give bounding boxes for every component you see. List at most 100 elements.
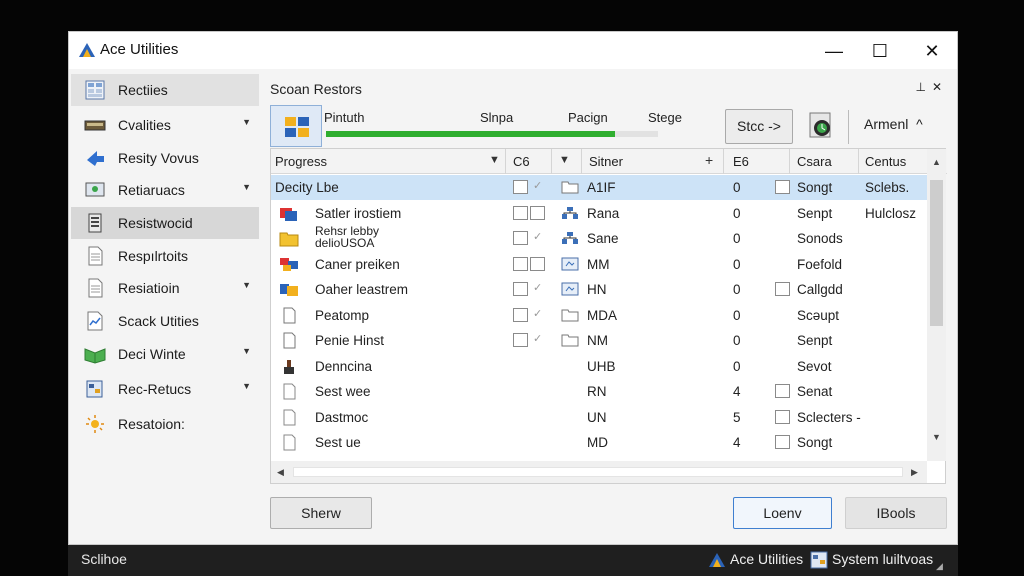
table-row[interactable]: Decity Lbe ✓ A1IF 0 Songt Sclebs. [271, 175, 927, 200]
add-column-icon[interactable]: + [705, 152, 713, 168]
horizontal-scroll-thumb[interactable] [293, 467, 903, 477]
row-count: 4 [733, 435, 741, 450]
row-count: 0 [733, 333, 741, 348]
row-type-icon [279, 409, 299, 426]
row-checkbox[interactable] [775, 180, 790, 194]
row-checkbox[interactable] [775, 435, 790, 449]
vertical-scroll-thumb[interactable] [930, 180, 943, 326]
table-row[interactable]: Oaher leastrem ✓ HN 0 Callgdd [271, 277, 927, 302]
table-row[interactable]: Rehsr lebby delioUSOA ✓ Sane 0 Sonods [271, 224, 927, 251]
horizontal-scrollbar[interactable]: ◀ ▶ [271, 461, 927, 483]
row-name: Rehsr lebby delioUSOA [315, 224, 380, 250]
sidebar-item-resity-vovus[interactable]: Resity Vovus [71, 142, 259, 174]
row-code: Rana [587, 205, 620, 221]
table-row[interactable]: Caner preiken MM 0 Foefold [271, 252, 927, 277]
sidebar-item-resiatioin[interactable]: Resiatioin ▼ [71, 272, 259, 304]
row-code: UN [587, 409, 607, 425]
chevron-down-icon[interactable]: ▼ [242, 280, 251, 290]
app-logo-icon[interactable] [708, 551, 726, 569]
sidebar-item-retiaruacs[interactable]: Retiaruacs ▼ [71, 174, 259, 206]
tools-button[interactable]: IBools [845, 497, 947, 529]
row-checkbox[interactable] [513, 180, 528, 194]
row-name: Peatomp [315, 307, 370, 323]
scroll-right-icon[interactable]: ▶ [911, 467, 918, 478]
row-checkbox[interactable] [513, 231, 528, 245]
row-type-icon [279, 307, 299, 324]
scan-progress-fill [326, 131, 615, 137]
column-header-c6[interactable]: C6 [513, 154, 530, 169]
chevron-down-icon[interactable]: ▼ [242, 381, 251, 391]
table-row[interactable]: Sest ue MD 4 Songt [271, 430, 927, 455]
row-centus: Sclebs. [865, 180, 910, 195]
column-header-progress[interactable]: Progress [275, 154, 327, 169]
scroll-down-icon[interactable]: ▼ [932, 432, 941, 442]
start-label[interactable]: Sclihoe [81, 551, 127, 567]
row-name: Decity Lbe [275, 180, 339, 195]
calculator-icon [85, 80, 105, 100]
registry-icon [86, 380, 103, 398]
vertical-scrollbar[interactable]: ▲ ▼ [927, 149, 946, 461]
toolbar-divider [848, 110, 849, 144]
row-count: 0 [733, 180, 741, 195]
row-checkbox[interactable] [530, 205, 545, 220]
row-checkbox[interactable] [513, 333, 528, 347]
results-table: Progress ▼ C6 ▼ Sitner + E6 Csara Centus… [270, 148, 947, 484]
table-row[interactable]: Peatomp ✓ MDA 0 Scəupt [271, 303, 927, 328]
chevron-down-icon[interactable]: ▼ [242, 117, 251, 127]
column-header-csara[interactable]: Csara [797, 154, 832, 169]
table-row[interactable]: Sest wee RN 4 Senat [271, 379, 927, 404]
sidebar-item-respirtoits[interactable]: Respılrtoits [71, 240, 259, 272]
check-mark-icon: ✓ [533, 180, 543, 192]
row-checkbox[interactable] [513, 205, 528, 220]
scroll-up-icon[interactable]: ▲ [932, 157, 941, 167]
row-checkbox[interactable] [513, 256, 528, 271]
column-header-centus[interactable]: Centus [865, 154, 906, 169]
pane-close-icon[interactable]: ✕ [932, 80, 948, 94]
maximize-button[interactable]: ☐ [857, 37, 903, 65]
sun-icon [86, 415, 104, 433]
sort-icon[interactable]: ▼ [489, 154, 500, 166]
show-button[interactable]: Sherw [270, 497, 372, 529]
taskbar-app-system-tools[interactable]: System luiltvoas [832, 551, 933, 567]
load-button[interactable]: Loenv [733, 497, 832, 529]
pin-icon[interactable]: ⊥ [915, 80, 931, 94]
row-code: NM [587, 333, 608, 348]
scroll-left-icon[interactable]: ◀ [277, 467, 284, 478]
sidebar-item-cvalities[interactable]: Cvalities ▼ [71, 109, 259, 141]
window-title: Ace Utilities [100, 41, 179, 58]
sidebar-item-resistwocid[interactable]: Resistwocid [71, 207, 259, 239]
taskbar-app-ace-utilities[interactable]: Ace Utilities [730, 551, 803, 567]
sidebar-item-scack-utities[interactable]: Scack Utities [71, 305, 259, 337]
table-row[interactable]: Penie Hinst ✓ NM 0 Senpt [271, 328, 927, 353]
clock-icon[interactable] [806, 111, 836, 141]
chevron-down-icon[interactable]: ▼ [242, 346, 251, 356]
sidebar-item-rec-retucs[interactable]: Rec-Retucs ▼ [71, 373, 259, 405]
scan-progress-bar [326, 131, 658, 137]
chevron-down-icon[interactable]: ▼ [242, 182, 251, 192]
sidebar-item-deci-winte[interactable]: Deci Winte ▼ [71, 338, 259, 370]
system-tools-icon[interactable] [810, 551, 828, 569]
row-checkbox[interactable] [513, 282, 528, 296]
column-header-e6[interactable]: E6 [733, 154, 749, 169]
sidebar: Rectiies Cvalities ▼ Resity Vovus Retiar… [71, 72, 259, 546]
armen-dropdown[interactable]: Armenl ^ [864, 116, 923, 132]
row-checkbox[interactable] [775, 409, 790, 424]
row-checkbox[interactable] [513, 307, 528, 322]
sidebar-item-resatoion[interactable]: Resatoion: [71, 408, 259, 440]
sort-icon[interactable]: ▼ [559, 154, 570, 166]
minimize-button[interactable]: — [811, 37, 857, 65]
sidebar-item-rectiies[interactable]: Rectiies [71, 74, 259, 106]
table-row[interactable]: Dastmoc UN 5 Sclecters - [271, 405, 927, 430]
stop-button[interactable]: Stcc -> [725, 109, 793, 144]
row-type-icon [279, 383, 299, 400]
row-checkbox[interactable] [775, 384, 790, 398]
table-row[interactable]: Satler irostiem Rana 0 Senpt Hulclosz [271, 201, 927, 226]
scan-button[interactable] [270, 105, 322, 147]
row-checkbox[interactable] [775, 282, 790, 296]
row-checkbox[interactable] [530, 256, 545, 271]
table-row[interactable]: Denncina UHB 0 Sevot [271, 354, 927, 379]
sidebar-item-label: Resatoion: [118, 416, 185, 432]
row-status: Scəupt [797, 307, 840, 323]
column-header-sitner[interactable]: Sitner [589, 154, 623, 169]
close-button[interactable]: ✕ [909, 37, 955, 65]
